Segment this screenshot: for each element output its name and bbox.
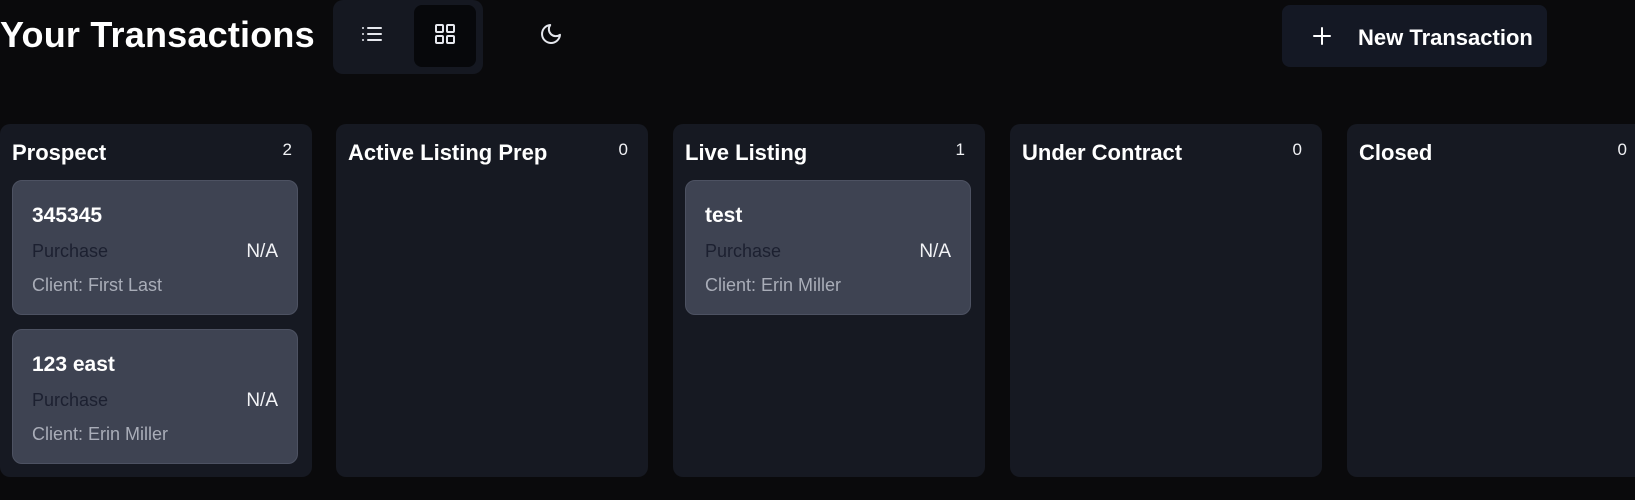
card-price: N/A	[246, 241, 278, 262]
column-live-listing: Live Listing 1 test Purchase N/A Client:…	[673, 124, 985, 477]
card-title: 345345	[32, 204, 103, 227]
column-header: Live Listing 1	[685, 140, 973, 168]
card-type: Purchase	[32, 241, 109, 261]
transaction-card[interactable]: 123 east Purchase N/A Client: Erin Mille…	[12, 329, 298, 464]
column-count: 0	[1292, 140, 1302, 159]
column-header: Closed 0	[1359, 140, 1627, 168]
new-transaction-button[interactable]: New Transaction	[1282, 5, 1547, 67]
transactions-page: Your Transactions New Transaction Prospe…	[0, 0, 1635, 500]
card-title: test	[705, 204, 743, 227]
transaction-card[interactable]: 345345 Purchase N/A Client: First Last	[12, 180, 298, 315]
card-title: 123 east	[32, 353, 115, 376]
column-count: 2	[282, 140, 292, 159]
column-title: Prospect	[12, 140, 107, 165]
column-title: Live Listing	[685, 140, 808, 165]
grid-icon	[433, 22, 457, 51]
card-client: Client: Erin Miller	[32, 424, 169, 444]
list-icon	[360, 22, 384, 51]
column-count: 1	[955, 140, 965, 159]
column-prospect: Prospect 2 345345 Purchase N/A Client: F…	[0, 124, 312, 477]
column-under-contract: Under Contract 0	[1010, 124, 1322, 477]
column-count: 0	[618, 140, 628, 159]
card-price: N/A	[919, 241, 951, 262]
view-toggle	[333, 0, 483, 74]
list-view-button[interactable]	[341, 5, 403, 67]
column-active-listing-prep: Active Listing Prep 0	[336, 124, 648, 477]
card-price: N/A	[246, 390, 278, 411]
page-title: Your Transactions	[0, 14, 315, 55]
column-title: Closed	[1359, 140, 1433, 165]
column-header: Prospect 2	[12, 140, 300, 168]
column-title: Active Listing Prep	[348, 140, 548, 165]
plus-icon	[1310, 24, 1334, 53]
card-client: Client: First Last	[32, 275, 163, 295]
column-header: Under Contract 0	[1022, 140, 1310, 168]
card-client: Client: Erin Miller	[705, 275, 842, 295]
new-transaction-label: New Transaction	[1358, 25, 1533, 50]
column-header: Active Listing Prep 0	[348, 140, 636, 168]
moon-icon	[539, 22, 563, 51]
grid-view-button[interactable]	[414, 5, 476, 67]
card-type: Purchase	[32, 390, 109, 410]
theme-toggle-button[interactable]	[527, 10, 575, 62]
column-count: 0	[1617, 140, 1627, 159]
card-type: Purchase	[705, 241, 782, 261]
transaction-card[interactable]: test Purchase N/A Client: Erin Miller	[685, 180, 971, 315]
kanban-board: Prospect 2 345345 Purchase N/A Client: F…	[0, 124, 1635, 477]
column-title: Under Contract	[1022, 140, 1183, 165]
column-closed: Closed 0	[1347, 124, 1635, 477]
